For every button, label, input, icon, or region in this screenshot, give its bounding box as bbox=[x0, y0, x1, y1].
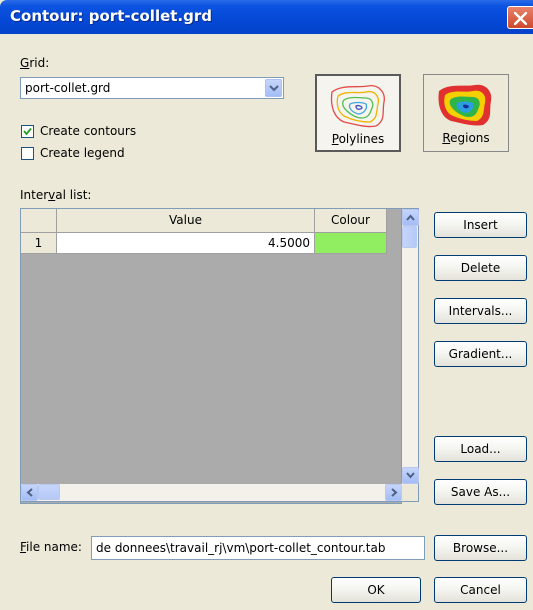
polylines-button[interactable]: Polylines bbox=[315, 74, 401, 152]
regions-label: Regions bbox=[442, 131, 490, 145]
window-title: Contour: port-collet.grd bbox=[10, 7, 212, 25]
arrow-right-icon bbox=[391, 488, 398, 497]
scroll-right-button[interactable] bbox=[385, 484, 402, 501]
intervals-button[interactable]: Intervals... bbox=[434, 298, 527, 324]
row-index: 1 bbox=[21, 233, 57, 254]
scroll-left-button[interactable] bbox=[21, 484, 38, 501]
delete-button[interactable]: Delete bbox=[434, 255, 527, 281]
arrow-up-icon bbox=[406, 214, 415, 221]
table-header-index bbox=[21, 209, 57, 233]
cancel-button[interactable]: Cancel bbox=[434, 577, 527, 603]
create-legend-checkbox[interactable] bbox=[21, 147, 34, 160]
gradient-button[interactable]: Gradient... bbox=[434, 341, 527, 367]
polyline-contour-icon bbox=[330, 85, 385, 128]
table-header-colour[interactable]: Colour bbox=[315, 209, 387, 233]
file-name-input[interactable]: de donnees\travail_rj\vm\port-collet_con… bbox=[91, 536, 425, 560]
polylines-label: Polylines bbox=[331, 132, 385, 146]
create-legend-label[interactable]: Create legend bbox=[40, 146, 125, 160]
save-as-button[interactable]: Save As... bbox=[434, 479, 527, 505]
grid-label: Grid: bbox=[20, 56, 50, 70]
scroll-corner bbox=[402, 484, 419, 502]
load-button[interactable]: Load... bbox=[434, 436, 527, 462]
browse-button[interactable]: Browse... bbox=[434, 535, 527, 561]
interval-table[interactable]: Value Colour 1 4.5000 bbox=[20, 208, 402, 504]
region-contour-icon bbox=[438, 84, 492, 126]
close-icon bbox=[514, 12, 527, 25]
chevron-down-icon bbox=[269, 85, 279, 92]
vertical-scroll-thumb[interactable] bbox=[402, 226, 417, 248]
scroll-up-button[interactable] bbox=[402, 209, 419, 226]
scroll-down-button[interactable] bbox=[402, 467, 419, 484]
grid-select[interactable]: port-collet.grd bbox=[20, 77, 284, 99]
row-value[interactable]: 4.5000 bbox=[57, 233, 315, 254]
file-name-label: File name: bbox=[20, 540, 82, 554]
horizontal-scrollbar[interactable] bbox=[20, 484, 402, 502]
vertical-scrollbar[interactable] bbox=[402, 208, 419, 484]
regions-button[interactable]: Regions bbox=[423, 74, 509, 152]
create-contours-label[interactable]: Create contours bbox=[40, 124, 136, 138]
interval-list-label: Interval list: bbox=[20, 188, 92, 202]
checkmark-icon bbox=[23, 127, 32, 136]
table-header-value[interactable]: Value bbox=[57, 209, 315, 233]
grid-select-dropdown[interactable] bbox=[265, 79, 282, 97]
title-bar[interactable]: Contour: port-collet.grd bbox=[0, 0, 533, 34]
arrow-down-icon bbox=[406, 472, 415, 479]
contour-dialog: Contour: port-collet.grd Grid: port-coll… bbox=[0, 0, 533, 610]
close-button[interactable] bbox=[507, 6, 533, 29]
ok-button[interactable]: OK bbox=[331, 577, 421, 603]
horizontal-scroll-thumb[interactable] bbox=[38, 484, 60, 500]
row-colour-swatch[interactable] bbox=[315, 233, 387, 254]
insert-button[interactable]: Insert bbox=[434, 212, 527, 238]
arrow-left-icon bbox=[26, 488, 33, 497]
grid-select-value: port-collet.grd bbox=[25, 81, 111, 95]
create-contours-checkbox[interactable] bbox=[21, 125, 34, 138]
